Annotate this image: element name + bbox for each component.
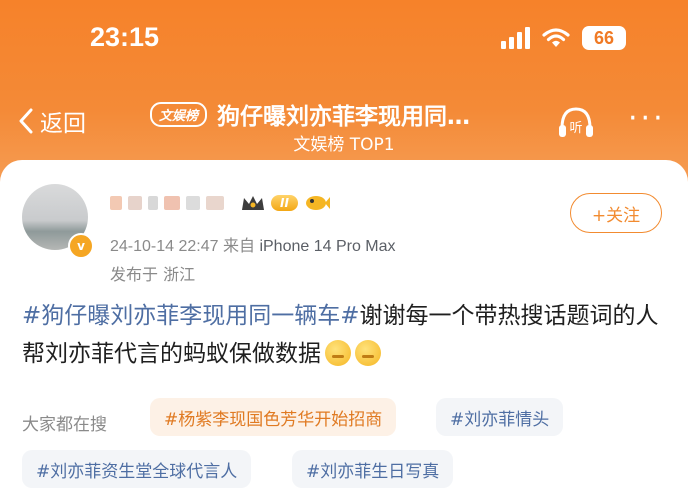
trending-search-label: 大家都在搜 [22, 415, 107, 435]
search-chip[interactable]: #杨紫李现国色芳华开始招商 [150, 398, 397, 436]
level-badge: II [271, 195, 298, 211]
title-row: 文娱榜 狗仔曝刘亦菲李现用同… [150, 97, 470, 131]
level-badges: II [240, 193, 331, 213]
search-chip[interactable]: #刘亦菲生日写真 [292, 450, 454, 488]
follow-button[interactable]: +关注 [570, 193, 662, 233]
post-location: 发布于 浙江 [110, 265, 196, 284]
status-icons: 66 [501, 24, 626, 52]
post-device[interactable]: iPhone 14 Pro Max [259, 238, 395, 255]
post-meta: 24-10-14 22:47 来自 iPhone 14 Pro Max [110, 232, 396, 256]
post-card: v II 24-10-14 22:47 来自 iPhone 14 Pro Max… [0, 160, 688, 500]
crown-icon [242, 196, 264, 210]
post-from-label: 来自 [222, 238, 255, 255]
signal-icon [501, 27, 530, 49]
search-chip[interactable]: #刘亦菲资生堂全球代言人 [22, 450, 252, 488]
thinking-emoji-icon [355, 340, 381, 366]
wifi-icon [542, 28, 570, 47]
battery-icon: 66 [582, 26, 626, 50]
search-chip[interactable]: #刘亦菲情头 [436, 398, 564, 436]
listen-button[interactable]: 听 [556, 104, 596, 144]
post-text: #狗仔曝刘亦菲李现用同一辆车#谢谢每一个带热搜话题词的人帮刘亦菲代言的蚂蚁保做数… [22, 297, 672, 373]
listen-label: 听 [569, 121, 582, 136]
post-date: 24-10-14 22:47 [110, 238, 219, 255]
ranking-badge: 文娱榜 [150, 101, 208, 127]
status-time: 23:15 [90, 22, 160, 52]
page-title: 狗仔曝刘亦菲李现用同… [217, 104, 471, 130]
more-button[interactable]: ··· [628, 104, 666, 134]
thinking-emoji-icon [325, 340, 351, 366]
hashtag-link[interactable]: #狗仔曝刘亦菲李现用同一辆车# [22, 303, 360, 329]
username-blurred[interactable] [110, 196, 224, 210]
fish-badge-icon [305, 196, 330, 210]
verified-badge-icon: v [68, 233, 94, 259]
